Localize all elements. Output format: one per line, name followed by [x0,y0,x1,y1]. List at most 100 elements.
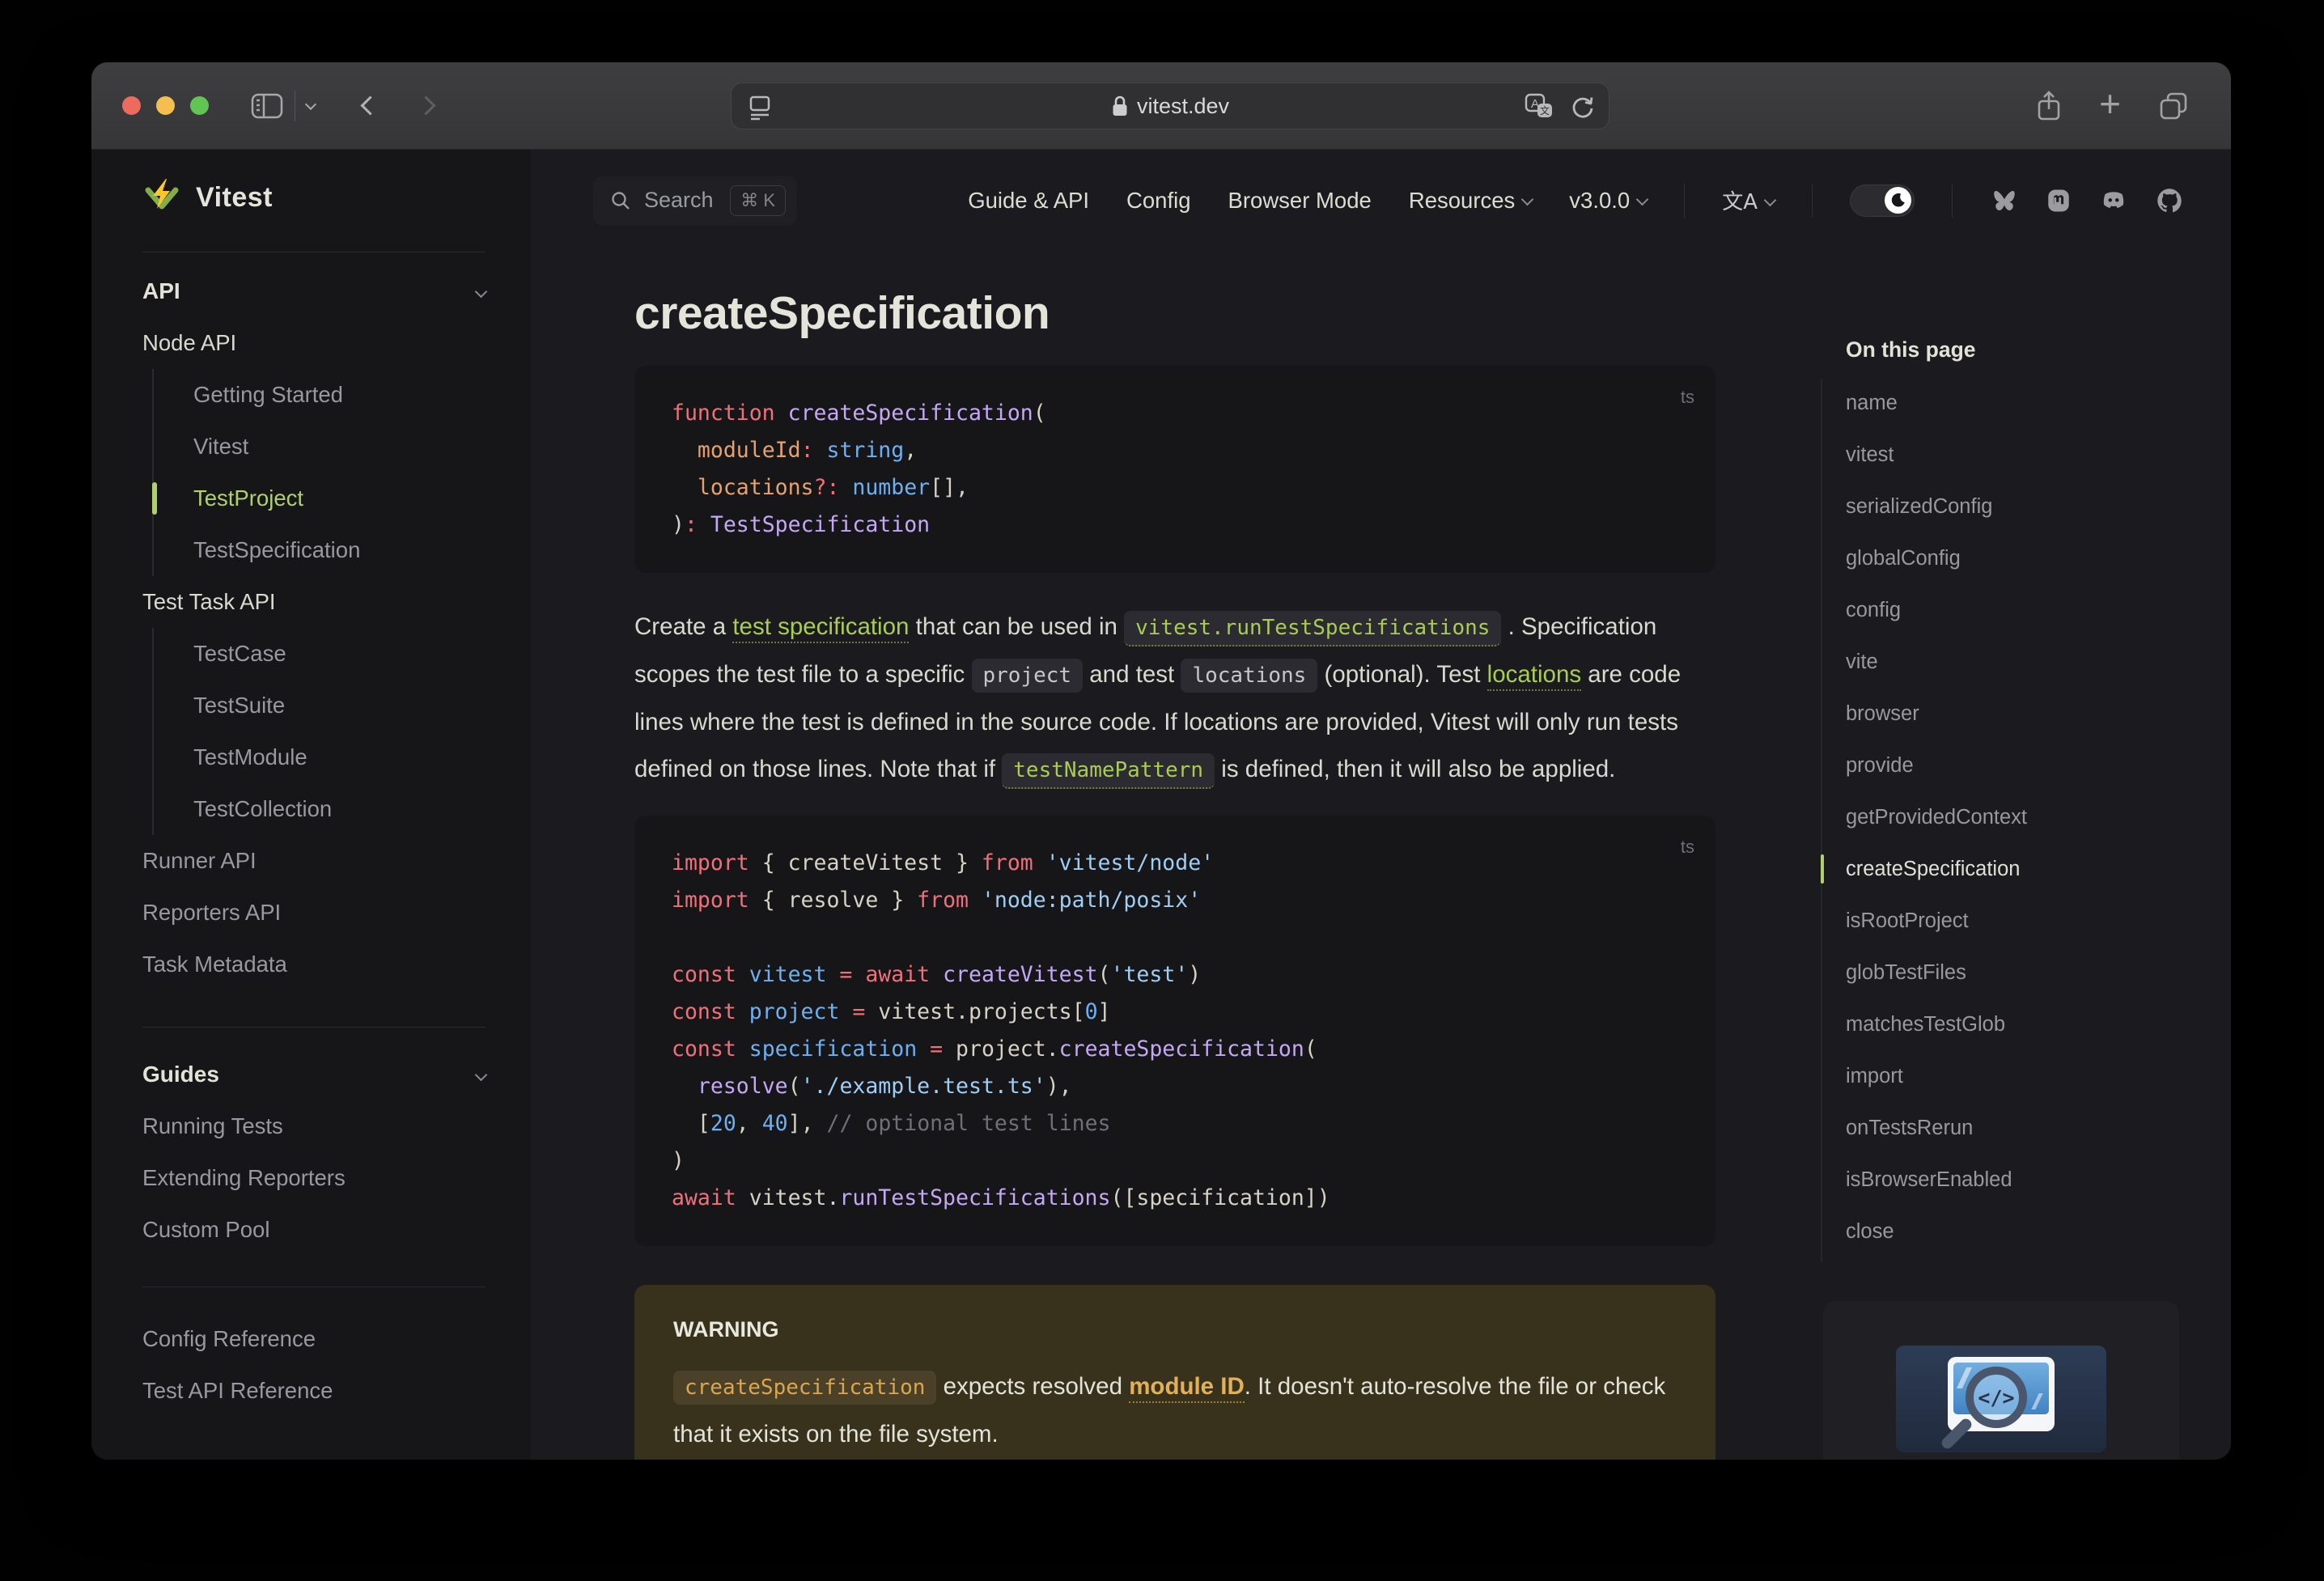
toc-item[interactable]: vitest [1821,429,2193,481]
share-icon[interactable] [2036,90,2062,122]
inline-link[interactable]: testNamePattern [1002,753,1215,789]
sidebar-item[interactable]: Getting Started [154,369,486,421]
nav-link[interactable]: Resources [1409,188,1534,214]
search-label: Search [644,188,714,212]
sidebar-link[interactable]: Config Reference [142,1313,486,1365]
reload-icon[interactable] [1570,93,1596,121]
sidebar-label-node-api[interactable]: Node API [142,317,486,369]
sidebar-item[interactable]: TestCase [154,628,486,680]
sidebar-item[interactable]: TestProject [152,473,486,524]
search-button[interactable]: Search ⌘ K [593,175,797,226]
toc-item[interactable]: vite [1821,636,2193,688]
sponsor-card[interactable]: </> [1823,1301,2179,1460]
sidebar-bottom-links: Config Reference Test API Reference [142,1313,486,1417]
sidebar-section-guides[interactable]: Guides [142,1049,488,1100]
toc-item[interactable]: isRootProject [1821,895,2193,947]
sidebar-item[interactable]: TestModule [154,731,486,783]
sidebar-divider [142,1027,486,1028]
toc-item[interactable]: getProvidedContext [1821,791,2193,843]
toc-list: name vitest serializedConfig globalConfig co… [1821,377,2193,1257]
chevron-down-icon[interactable] [304,98,317,110]
inline-code: createSpecification [673,1371,937,1405]
sidebar-link[interactable]: Runner API [142,835,486,887]
code-block-example: ts import { createVitest } from 'vitest/… [634,816,1715,1246]
text: Create a [634,613,733,640]
sidebar-toggle-icon[interactable] [251,93,283,119]
sidebar-link[interactable]: Running Tests [142,1100,486,1152]
toc-item[interactable]: config [1821,584,2193,636]
sidebar-item[interactable]: TestCollection [154,783,486,835]
search-icon [609,189,632,212]
search-kbd: ⌘ K [730,184,786,216]
code-lang-badge: ts [1680,387,1694,407]
sidebar-link[interactable]: Custom Pool [142,1204,486,1256]
sidebar-link[interactable]: Extending Reporters [142,1152,486,1204]
address-bar[interactable]: vitest.dev A 文 [731,83,1609,129]
toc-item[interactable]: provide [1821,740,2193,791]
tab-overview-icon[interactable] [2158,91,2189,121]
inline-link[interactable]: test specification [732,613,910,643]
sidebar-item[interactable]: TestSuite [154,680,486,731]
toc-item[interactable]: browser [1821,688,2193,740]
on-this-page: On this page name vitest serializedConfig g… [1821,251,2193,1262]
toc-item[interactable]: serializedConfig [1821,481,2193,532]
nav-link[interactable]: Guide & API [968,188,1089,214]
warning-body: createSpecification expects resolved mod… [673,1363,1677,1458]
toc-item[interactable]: matchesTestGlob [1821,998,2193,1050]
sidebar-guides-links: Running Tests Extending Reporters Custom P… [142,1100,486,1256]
reader-view-icon[interactable] [748,94,772,121]
nav-link[interactable]: v3.0.0 [1569,188,1649,214]
sidebar-label-test-task-api[interactable]: Test Task API [142,576,486,628]
nav-link[interactable]: Browser Mode [1228,188,1372,214]
language-menu-button[interactable]: 文A [1722,185,1777,215]
toc-item[interactable]: isBrowserEnabled [1821,1154,2193,1206]
code-block-signature: ts function createSpecification( moduleI… [634,366,1715,573]
translate-icon: 文A [1722,190,1758,214]
sidebar-link[interactable]: Task Metadata [142,939,486,990]
sidebar-link[interactable]: Reporters API [142,887,486,939]
text: (optional). Test [1317,661,1487,688]
zoom-window-button[interactable] [190,96,209,115]
forward-button[interactable] [416,95,436,116]
inline-link[interactable]: vitest.runTestSpecifications [1124,611,1502,646]
url-host: vitest.dev [1136,93,1230,118]
toc-item[interactable]: import [1821,1050,2193,1102]
doc-article: createSpecification ts function createSp… [634,251,1715,1460]
text: is defined, then it will also be applied… [1215,756,1616,782]
nav-link[interactable]: Config [1126,188,1191,214]
new-tab-icon[interactable]: + [2099,85,2121,122]
translate-icon[interactable]: A 文 [1525,93,1554,121]
toc-item[interactable]: createSpecification [1821,843,2193,895]
inline-link[interactable]: locations [1486,661,1582,691]
sidebar-item[interactable]: TestSpecification [154,524,486,576]
minimize-window-button[interactable] [156,96,175,115]
code-lines: function createSpecification( moduleId: … [672,401,1046,537]
nav-links: Guide & API Config Browser Mode Resources v3… [968,188,1649,214]
mastodon-icon[interactable] [2045,187,2072,214]
toc-item[interactable]: globTestFiles [1821,947,2193,998]
sidebar-section-api[interactable]: API [142,265,488,317]
bluesky-icon[interactable] [1990,187,2019,214]
toc-item[interactable]: close [1821,1206,2193,1257]
toc-item[interactable]: name [1821,377,2193,429]
traffic-lights [122,96,209,115]
vitest-logo-icon [145,179,179,210]
theme-toggle[interactable] [1850,184,1915,217]
inline-link[interactable]: module ID [1129,1373,1245,1403]
nav-divider [1952,183,1953,218]
discord-icon[interactable] [2098,187,2129,214]
docs-sidebar: Vitest API Node API Getting Started Vites… [91,150,531,1460]
toc-item[interactable]: globalConfig [1821,532,2193,584]
sidebar-item[interactable]: Vitest [154,421,486,473]
brand-name: Vitest [196,181,273,213]
close-window-button[interactable] [122,96,141,115]
back-button[interactable] [360,95,380,116]
sidebar-link[interactable]: Test API Reference [142,1365,486,1417]
chevron-down-icon [474,1068,488,1081]
code-glyph: </> [1978,1385,2015,1409]
text: expects resolved [936,1373,1130,1400]
toc-item[interactable]: onTestsRerun [1821,1102,2193,1154]
page-title: createSpecification [634,287,1050,339]
github-icon[interactable] [2155,186,2184,215]
vitest-logo[interactable]: Vitest [142,174,486,221]
